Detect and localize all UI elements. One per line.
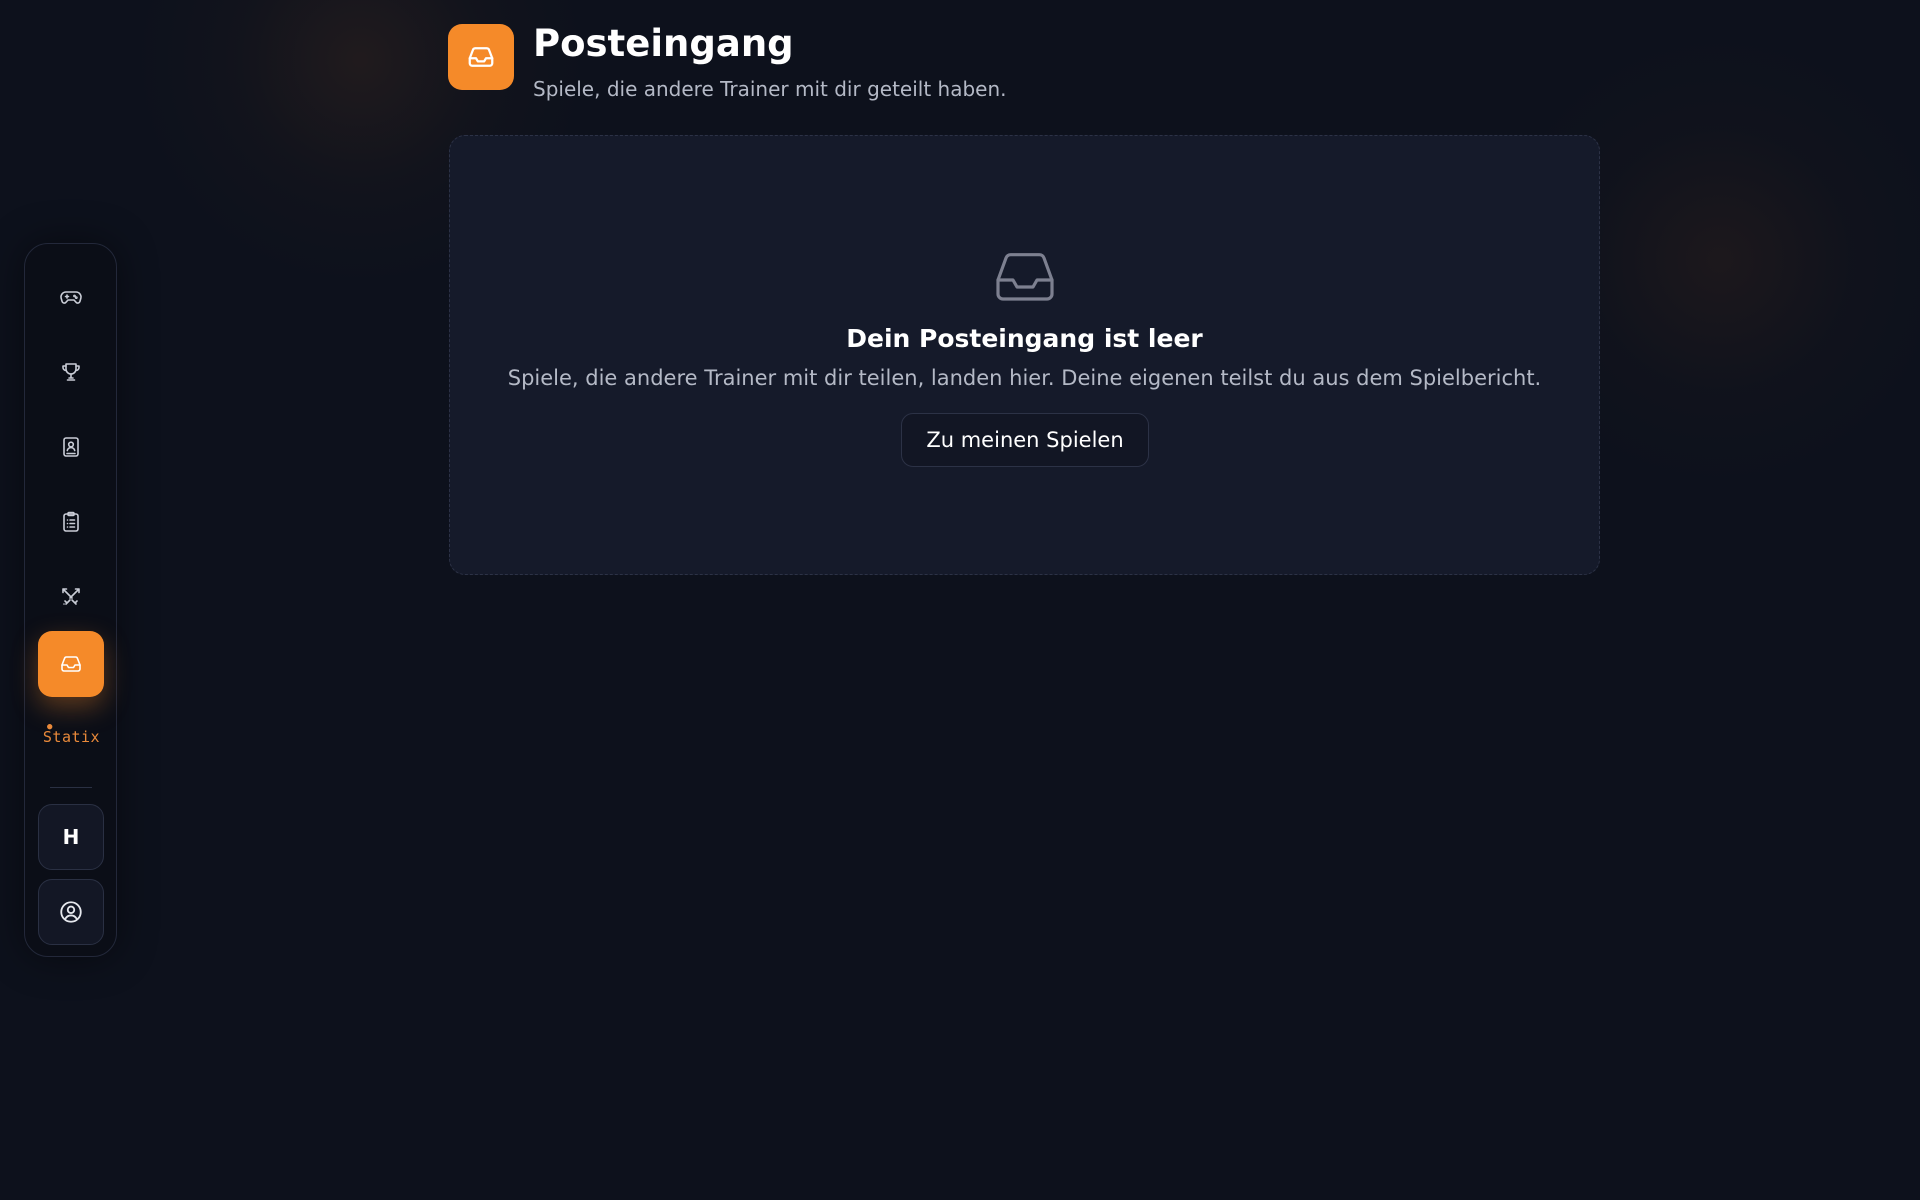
- sidebar-item-matches[interactable]: [38, 564, 104, 630]
- user-circle-icon: [60, 901, 82, 923]
- page-title: Posteingang: [533, 22, 794, 65]
- empty-state-text: Spiele, die andere Trainer mit dir teile…: [507, 366, 1542, 390]
- go-to-my-games-button[interactable]: Zu meinen Spielen: [901, 413, 1149, 467]
- sidebar-item-trophies[interactable]: [38, 339, 104, 405]
- account-button[interactable]: [38, 879, 104, 945]
- sidebar-divider: [50, 787, 92, 788]
- user-initial-button[interactable]: H: [38, 804, 104, 870]
- trophy-icon: [62, 363, 80, 381]
- brand-mark-icon: ●: [47, 722, 53, 732]
- page-subtitle: Spiele, die andere Trainer mit dir getei…: [533, 77, 1007, 101]
- user-initial: H: [62, 825, 80, 849]
- sidebar-item-contacts[interactable]: [38, 414, 104, 480]
- sidebar: ● Statix H: [24, 243, 117, 957]
- crossed-swords-icon: [62, 588, 80, 605]
- empty-state-title: Dein Posteingang ist leer: [846, 324, 1203, 353]
- gamepad-icon: [60, 291, 82, 304]
- inbox-icon: [996, 253, 1054, 301]
- header-icon-badge: [448, 24, 514, 90]
- inbox-icon: [61, 656, 81, 672]
- contact-book-icon: [63, 437, 79, 457]
- sidebar-item-training[interactable]: [38, 489, 104, 555]
- empty-state-card: Dein Posteingang ist leer Spiele, die an…: [449, 135, 1600, 575]
- sidebar-item-games[interactable]: [38, 264, 104, 330]
- clipboard-list-icon: [63, 511, 79, 532]
- sidebar-item-inbox[interactable]: [38, 631, 104, 697]
- brand-logo[interactable]: ● Statix: [25, 722, 118, 746]
- inbox-icon: [468, 47, 494, 67]
- empty-state-icon-wrap: [995, 250, 1055, 302]
